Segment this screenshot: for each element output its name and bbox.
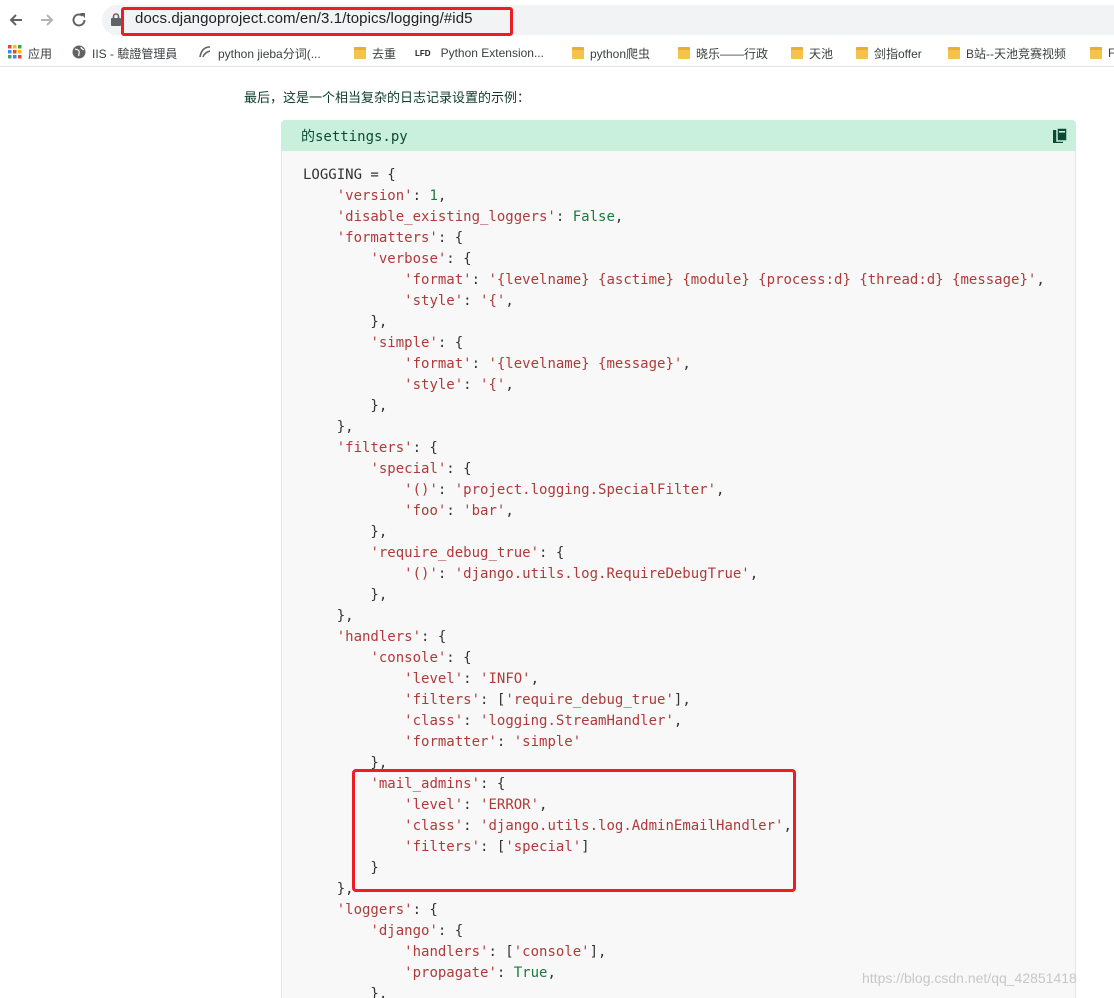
- code-line: },: [303, 398, 388, 414]
- reload-icon: [72, 13, 86, 27]
- arrow-right-icon: [41, 14, 54, 26]
- code-line: 'level': 'INFO',: [404, 671, 540, 687]
- code-line: 'django': {: [370, 923, 464, 939]
- mail-admins-annotation-box: [352, 769, 796, 892]
- folder-icon: [354, 47, 366, 59]
- code-line: 'filters': {: [336, 440, 438, 456]
- code-line: 'simple': {: [370, 335, 464, 351]
- code-line: 'format': '{levelname} {message}',: [404, 356, 691, 372]
- code-line: LOGGING = {: [303, 167, 396, 183]
- copy-button[interactable]: [1053, 127, 1068, 148]
- bookmark-label: IIS - 驗證管理員: [92, 46, 178, 61]
- bookmark-item[interactable]: 去重: [354, 44, 396, 62]
- lfd-icon: LFD: [415, 48, 431, 58]
- url-annotation-box: [121, 7, 513, 36]
- bookmark-item[interactable]: python爬虫: [572, 44, 650, 62]
- code-line: '()': 'django.utils.log.RequireDebugTrue…: [404, 566, 759, 582]
- code-line: 'version': 1,: [336, 188, 447, 204]
- bookmark-item[interactable]: F: [1090, 44, 1114, 62]
- bookmark-label: Python Extension...: [440, 46, 544, 60]
- code-line: 'verbose': {: [370, 251, 472, 267]
- code-line: 'format': '{levelname} {asctime} {module…: [404, 272, 1045, 288]
- code-line: 'formatters': {: [336, 230, 464, 246]
- lock-icon: [111, 13, 121, 26]
- bookmark-item[interactable]: 应用: [8, 44, 52, 62]
- snippet-filename: 的settings.py: [301, 129, 408, 145]
- arrow-left-icon: [9, 14, 22, 26]
- bookmark-label: 晓乐——行政: [696, 46, 769, 61]
- snippet-header: 的settings.py: [281, 120, 1076, 151]
- folder-icon: [678, 47, 690, 59]
- code-line: },: [303, 587, 388, 603]
- code-line: 'handlers': ['console'],: [404, 944, 607, 960]
- bookmark-item[interactable]: python jieba分词(...: [198, 44, 321, 62]
- bookmarks-bar: 应用 IIS - 驗證管理員 python jieba分词(... 去重 LFD Pyth…: [0, 40, 1114, 67]
- apps-grid-icon: [8, 44, 22, 62]
- code-line: },: [303, 419, 354, 435]
- bookmark-label: 应用: [28, 46, 53, 61]
- code-line: 'handlers': {: [336, 629, 447, 645]
- folder-icon: [856, 47, 868, 59]
- bookmark-label: B站--天池竞赛视频: [966, 46, 1066, 61]
- bookmark-item[interactable]: 天池: [791, 44, 833, 62]
- watermark: https://blog.csdn.net/qq_42851418: [862, 970, 1077, 986]
- browser-toolbar: docs.djangoproject.com/en/3.1/topics/log…: [0, 0, 1114, 40]
- bookmark-label: python jieba分词(...: [218, 46, 321, 61]
- back-button[interactable]: [2, 6, 30, 34]
- bookmark-label: F: [1108, 46, 1114, 60]
- bookmark-item[interactable]: 晓乐——行政: [678, 44, 768, 62]
- intro-text: 最后，这是一个相当复杂的日志记录设置的示例：: [244, 90, 531, 105]
- code-line: 'disable_existing_loggers': False,: [336, 209, 624, 225]
- code-line: },: [303, 314, 388, 330]
- code-line: '()': 'project.logging.SpecialFilter',: [404, 482, 725, 498]
- folder-icon: [948, 47, 960, 59]
- bookmark-item[interactable]: IIS - 驗證管理員: [72, 44, 177, 62]
- folder-icon: [791, 47, 803, 59]
- globe-icon: [72, 45, 86, 62]
- code-line: 'style': '{',: [404, 377, 514, 393]
- code-line: 'loggers': {: [336, 902, 438, 918]
- bookmark-item[interactable]: LFD Python Extension...: [415, 44, 544, 62]
- clipboard-icon: [1053, 127, 1068, 143]
- code-line: 'class': 'logging.StreamHandler',: [404, 713, 683, 729]
- code-line: 'filters': ['require_debug_true'],: [404, 692, 691, 708]
- code-line: },: [303, 986, 388, 998]
- site-icon: [198, 45, 212, 62]
- bookmark-label: 去重: [372, 46, 397, 61]
- code-line: 'console': {: [370, 650, 472, 666]
- code-line: 'foo': 'bar',: [404, 503, 514, 519]
- code-line: },: [303, 608, 354, 624]
- folder-icon: [572, 47, 584, 59]
- forward-button[interactable]: [33, 6, 61, 34]
- code-line: 'require_debug_true': {: [370, 545, 565, 561]
- bookmark-item[interactable]: B站--天池竞赛视频: [948, 44, 1066, 62]
- code-line: },: [303, 524, 388, 540]
- reload-button[interactable]: [65, 6, 93, 34]
- bookmark-label: 天池: [809, 46, 834, 61]
- folder-icon: [1090, 47, 1102, 59]
- code-line: 'formatter': 'simple': [404, 734, 582, 750]
- code-line: 'special': {: [370, 461, 472, 477]
- bookmark-label: python爬虫: [590, 46, 651, 61]
- bookmark-item[interactable]: 剑指offer: [856, 44, 922, 62]
- bookmark-label: 剑指offer: [874, 46, 922, 61]
- code-line: 'style': '{',: [404, 293, 514, 309]
